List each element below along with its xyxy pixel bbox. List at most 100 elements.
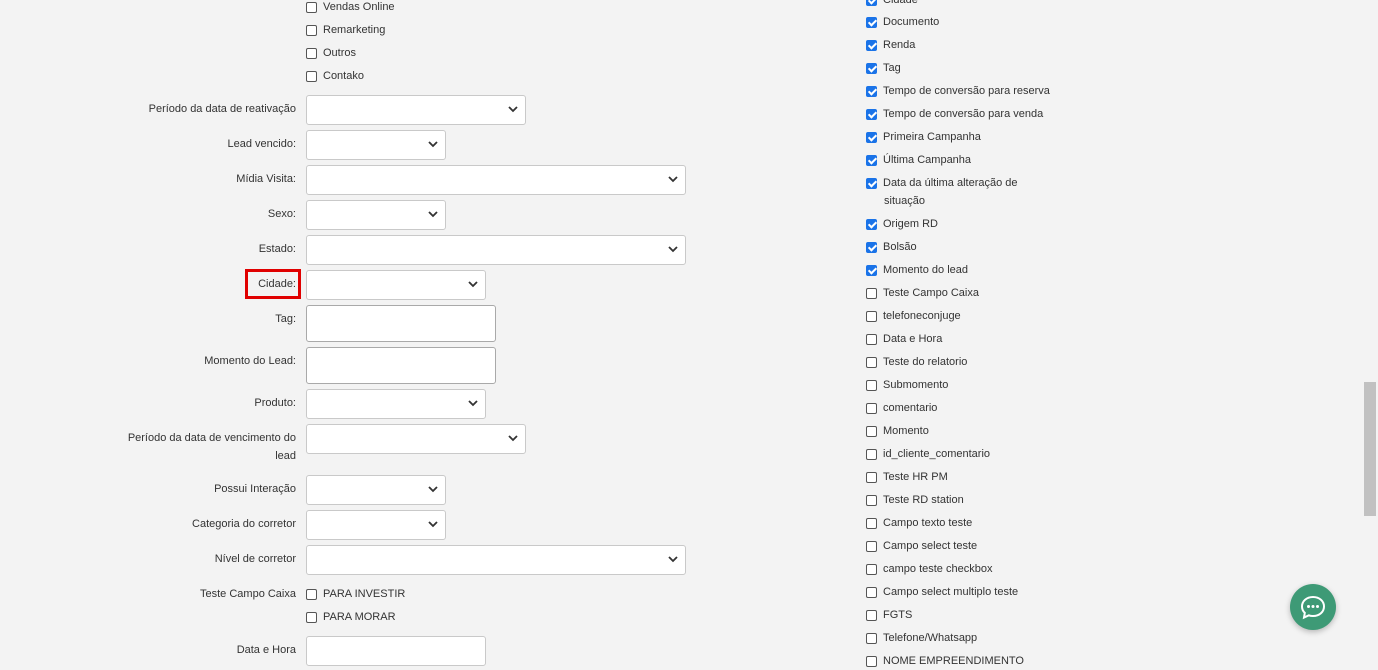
- column-checkbox-comentario[interactable]: comentario: [866, 399, 937, 417]
- column-checkbox-teste-campo-caixa[interactable]: Teste Campo Caixa: [866, 284, 979, 302]
- checkbox-row-para-investir[interactable]: PARA INVESTIR: [306, 585, 405, 603]
- checkbox[interactable]: [866, 131, 877, 143]
- checkbox[interactable]: [866, 154, 877, 166]
- checkbox[interactable]: [866, 310, 877, 322]
- checkbox[interactable]: [866, 0, 877, 6]
- column-checkbox-tag[interactable]: Tag: [866, 59, 901, 77]
- checkbox[interactable]: [866, 177, 877, 189]
- column-checkbox-campo-texto-teste[interactable]: Campo texto teste: [866, 514, 972, 532]
- checkbox-label: Contako: [323, 70, 364, 82]
- checkbox-row-outros[interactable]: Outros: [306, 44, 356, 62]
- checkbox[interactable]: [306, 1, 317, 13]
- checkbox[interactable]: [866, 218, 877, 230]
- select-midia-visita[interactable]: [306, 165, 686, 195]
- label-estado: Estado:: [258, 243, 296, 255]
- checkbox[interactable]: [866, 264, 877, 276]
- select-estado[interactable]: [306, 235, 686, 265]
- checkbox[interactable]: [866, 379, 877, 391]
- checkbox[interactable]: [866, 85, 877, 97]
- checkbox-label: Tag: [883, 62, 901, 74]
- scrollbar-thumb[interactable]: [1364, 382, 1376, 516]
- column-checkbox-tempo-reserva[interactable]: Tempo de conversão para reserva: [866, 82, 1050, 100]
- checkbox[interactable]: [866, 425, 877, 437]
- column-checkbox-submomento[interactable]: Submomento: [866, 376, 948, 394]
- checkbox[interactable]: [306, 47, 317, 59]
- checkbox-label: telefoneconjuge: [883, 310, 961, 322]
- column-checkbox-teste-hr-pm[interactable]: Teste HR PM: [866, 468, 948, 486]
- select-possui-interacao[interactable]: [306, 475, 446, 505]
- checkbox[interactable]: [866, 333, 877, 345]
- column-checkbox-ultima-campanha[interactable]: Última Campanha: [866, 151, 971, 169]
- column-checkbox-documento[interactable]: Documento: [866, 13, 939, 31]
- checkbox-row-remarketing[interactable]: Remarketing: [306, 21, 385, 39]
- column-checkbox-origem-rd[interactable]: Origem RD: [866, 215, 938, 233]
- column-checkbox-nome-empreendimento[interactable]: NOME EMPREENDIMENTO: [866, 652, 1024, 670]
- checkbox[interactable]: [866, 586, 877, 598]
- chevron-down-icon: [668, 176, 678, 183]
- column-checkbox-data-ultima-alteracao[interactable]: Data da última alteração de: [866, 174, 1018, 192]
- column-checkbox-campo-select-multiplo[interactable]: Campo select multiplo teste: [866, 583, 1018, 601]
- column-checkbox-campo-select-teste[interactable]: Campo select teste: [866, 537, 977, 555]
- label-categoria-corretor: Categoria do corretor: [192, 518, 296, 530]
- checkbox[interactable]: [306, 70, 317, 82]
- checkbox[interactable]: [306, 588, 317, 600]
- checkbox[interactable]: [306, 611, 317, 623]
- column-checkbox-campo-teste-checkbox[interactable]: campo teste checkbox: [866, 560, 992, 578]
- checkbox[interactable]: [866, 563, 877, 575]
- checkbox[interactable]: [866, 471, 877, 483]
- checkbox[interactable]: [306, 24, 317, 36]
- column-checkbox-renda[interactable]: Renda: [866, 36, 915, 54]
- select-periodo-vencimento[interactable]: [306, 424, 526, 454]
- checkbox[interactable]: [866, 287, 877, 299]
- chat-button[interactable]: [1290, 584, 1336, 630]
- checkbox[interactable]: [866, 241, 877, 253]
- checkbox[interactable]: [866, 655, 877, 667]
- chevron-down-icon: [468, 281, 478, 288]
- column-checkbox-telefoneconjuge[interactable]: telefoneconjuge: [866, 307, 961, 325]
- checkbox[interactable]: [866, 448, 877, 460]
- column-checkbox-primeira-campanha[interactable]: Primeira Campanha: [866, 128, 981, 146]
- checkbox-row-vendas-online[interactable]: Vendas Online: [306, 0, 395, 16]
- scrollbar-track[interactable]: [1362, 0, 1378, 661]
- select-cidade[interactable]: [306, 270, 486, 300]
- label-teste-campo-caixa: Teste Campo Caixa: [200, 588, 296, 600]
- checkbox[interactable]: [866, 108, 877, 120]
- column-checkbox-id-cliente-comentario[interactable]: id_cliente_comentario: [866, 445, 990, 463]
- checkbox-label: Teste HR PM: [883, 471, 948, 483]
- checkbox[interactable]: [866, 517, 877, 529]
- checkbox[interactable]: [866, 62, 877, 74]
- label-possui-interacao: Possui Interação: [214, 483, 296, 495]
- column-checkbox-tempo-venda[interactable]: Tempo de conversão para venda: [866, 105, 1043, 123]
- checkbox-row-para-morar[interactable]: PARA MORAR: [306, 608, 396, 626]
- checkbox-label: Primeira Campanha: [883, 131, 981, 143]
- column-checkbox-cidade[interactable]: Cidade: [866, 0, 918, 9]
- select-nivel-corretor[interactable]: [306, 545, 686, 575]
- data-hora-input[interactable]: [306, 636, 486, 666]
- label-data-hora: Data e Hora: [236, 644, 296, 656]
- column-checkbox-teste-relatorio[interactable]: Teste do relatorio: [866, 353, 967, 371]
- column-checkbox-momento-lead[interactable]: Momento do lead: [866, 261, 968, 279]
- checkbox-row-contako[interactable]: Contako: [306, 67, 364, 85]
- select-produto[interactable]: [306, 389, 486, 419]
- column-checkbox-data-hora[interactable]: Data e Hora: [866, 330, 942, 348]
- tag-input[interactable]: [306, 305, 496, 342]
- checkbox[interactable]: [866, 16, 877, 28]
- checkbox[interactable]: [866, 356, 877, 368]
- checkbox[interactable]: [866, 540, 877, 552]
- momento-lead-input[interactable]: [306, 347, 496, 384]
- checkbox[interactable]: [866, 494, 877, 506]
- column-checkbox-teste-rd-station[interactable]: Teste RD station: [866, 491, 964, 509]
- select-periodo-reativacao[interactable]: [306, 95, 526, 125]
- select-categoria-corretor[interactable]: [306, 510, 446, 540]
- select-sexo[interactable]: [306, 200, 446, 230]
- checkbox[interactable]: [866, 632, 877, 644]
- checkbox[interactable]: [866, 609, 877, 621]
- checkbox[interactable]: [866, 402, 877, 414]
- select-lead-vencido[interactable]: [306, 130, 446, 160]
- checkbox[interactable]: [866, 39, 877, 51]
- chevron-down-icon: [428, 141, 438, 148]
- column-checkbox-bolsao[interactable]: Bolsão: [866, 238, 917, 256]
- column-checkbox-fgts[interactable]: FGTS: [866, 606, 912, 624]
- column-checkbox-telefone-whatsapp[interactable]: Telefone/Whatsapp: [866, 629, 977, 647]
- column-checkbox-momento[interactable]: Momento: [866, 422, 929, 440]
